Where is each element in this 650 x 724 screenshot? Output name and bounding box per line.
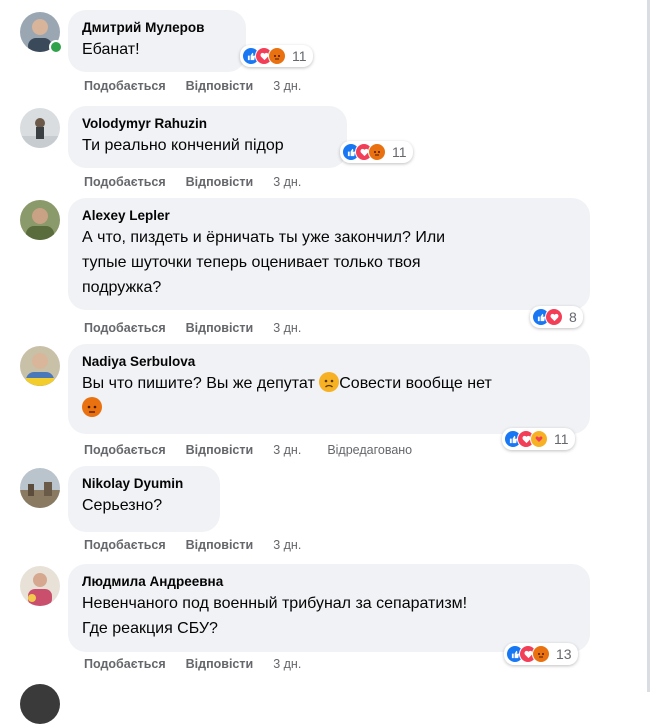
comment-text [82,396,576,421]
angry-icon [268,47,286,65]
angry-icon [532,645,550,663]
reaction-count: 11 [554,431,569,447]
comment-author[interactable]: Nikolay Dyumin [82,475,206,493]
like-button[interactable]: Подобається [84,656,166,672]
avatar[interactable] [20,346,60,386]
comment-author[interactable]: Volodymyr Rahuzin [82,115,333,133]
avatar[interactable] [20,684,60,724]
sad-face-icon [319,372,340,392]
reply-button[interactable]: Відповісти [186,320,254,336]
avatar[interactable] [20,468,60,508]
reply-button[interactable]: Відповісти [186,78,254,94]
comment-author[interactable]: Людмила Андреевна [82,573,576,591]
love-icon [545,308,563,326]
comment-author[interactable]: Nadiya Serbulova [82,353,576,371]
comment-text: Серьезно? [82,497,163,514]
comment-text-part: Вы что пишите? Вы же депутат [82,375,315,392]
timestamp[interactable]: 3 дн. [273,537,301,553]
reaction-count: 13 [556,646,572,662]
reply-button[interactable]: Відповісти [186,656,254,672]
timestamp[interactable]: 3 дн. [273,320,301,336]
comment-actions: Подобається Відповісти 3 дн. [84,320,327,336]
reaction-count: 11 [392,144,407,160]
timestamp[interactable]: 3 дн. [273,174,301,190]
comment-actions: Подобається Відповісти 3 дн. [84,174,327,190]
like-button[interactable]: Подобається [84,320,166,336]
comment-text: Ебанат! [82,41,140,58]
online-status-dot [49,40,63,54]
comment-actions: Подобається Відповісти 3 дн. Відредагова… [84,442,412,458]
comment-author[interactable]: Дмитрий Мулеров [82,19,232,37]
comment-bubble: Nadiya Serbulova Вы что пишите? Вы же де… [68,344,590,434]
reply-button[interactable]: Відповісти [186,537,254,553]
reaction-summary[interactable]: 11 [340,141,413,163]
avatar[interactable] [20,200,60,240]
reaction-count: 8 [569,309,577,325]
comment-bubble: Alexey Lepler А что, пиздеть и ёрничать … [68,198,590,310]
reaction-summary[interactable]: 8 [530,306,583,328]
angry-face-icon [82,397,102,417]
reply-button[interactable]: Відповісти [186,442,254,458]
avatar[interactable] [20,566,60,606]
comment-text-line: тупые шуточки теперь оценивает только тв… [82,254,421,271]
comment-text-line: Где реакция СБУ? [82,620,218,637]
comment-text: Ти реально кончений підор [82,137,284,154]
comment-bubble: Nikolay Dyumin Серьезно? [68,466,220,532]
like-button[interactable]: Подобається [84,537,166,553]
reaction-summary[interactable]: 13 [504,643,578,665]
comment-text-line: А что, пиздеть и ёрничать ты уже закончи… [82,229,446,246]
edited-label[interactable]: Відредаговано [327,442,412,458]
angry-icon [368,143,386,161]
care-icon [530,430,548,448]
avatar[interactable] [20,108,60,148]
like-button[interactable]: Подобається [84,442,166,458]
like-button[interactable]: Подобається [84,78,166,94]
comment-bubble: Людмила Андреевна Невенчаного под военны… [68,564,590,652]
comment-actions: Подобається Відповісти 3 дн. [84,656,327,672]
comment-text-part: Совести вообще нет [339,375,492,392]
reaction-count: 11 [292,48,307,64]
timestamp[interactable]: 3 дн. [273,442,301,458]
like-button[interactable]: Подобається [84,174,166,190]
reaction-summary[interactable]: 11 [240,45,313,67]
comment-author[interactable]: Alexey Lepler [82,207,576,225]
comment-bubble: Volodymyr Rahuzin Ти реально кончений пі… [68,106,347,168]
comment-text-line: подружка? [82,279,162,296]
timestamp[interactable]: 3 дн. [273,78,301,94]
reply-button[interactable]: Відповісти [186,174,254,190]
comment-bubble: Дмитрий Мулеров Ебанат! [68,10,246,72]
comment-text-line: Невенчаного под военный трибунал за сепа… [82,595,468,612]
comment-actions: Подобається Відповісти 3 дн. [84,78,327,94]
timestamp[interactable]: 3 дн. [273,656,301,672]
comment-actions: Подобається Відповісти 3 дн. [84,537,327,553]
reaction-summary[interactable]: 11 [502,428,575,450]
comment-text: Вы что пишите? Вы же депутат Совести воо… [82,371,576,396]
